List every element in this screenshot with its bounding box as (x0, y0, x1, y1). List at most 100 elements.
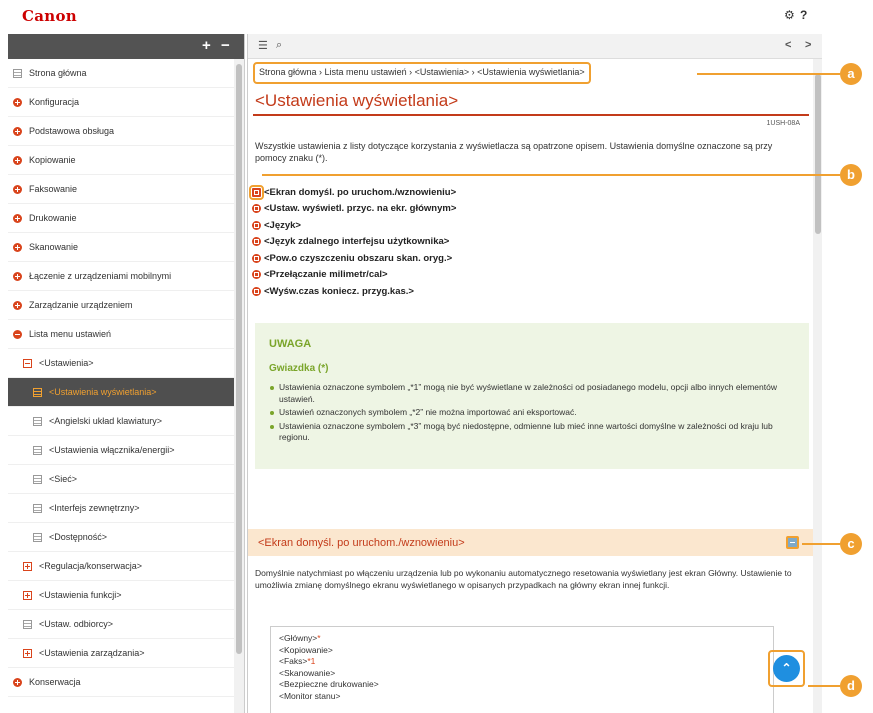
sidebar-item[interactable]: Podstawowa obsługa (8, 117, 234, 146)
jump-icon[interactable] (252, 220, 261, 230)
circle-plus-icon (13, 242, 22, 252)
jump-icon[interactable] (249, 184, 264, 200)
sidebar-item-label: Skanowanie (29, 242, 79, 252)
option-label: <Monitor stanu> (279, 690, 341, 701)
sidebar-item-label: <Ustawienia włącznika/energii> (49, 445, 175, 455)
sidebar-item-label: Zarządzanie urządzeniem (29, 300, 133, 310)
intro-text: Wszystkie ustawienia z listy dotyczące k… (255, 141, 773, 163)
content-toolbar: ☰ ⌕ < > (248, 34, 822, 59)
sidebar-scroll-thumb[interactable] (236, 64, 242, 654)
note-list: Ustawienia oznaczone symbolem „*1” mogą … (269, 382, 789, 446)
sidebar-item[interactable]: <Ustawienia zarządzania> (8, 639, 234, 668)
note-item: Ustawień oznaczonych symbolem „*2” nie m… (269, 407, 789, 419)
sidebar-item-label: <Dostępność> (49, 532, 108, 542)
jump-icon[interactable] (252, 270, 261, 280)
help-icon[interactable]: ? (800, 8, 807, 22)
settings-link[interactable]: <Przełączanie milimetr/cal> (252, 267, 456, 284)
sidebar-item[interactable]: Skanowanie (8, 233, 234, 262)
box-plus-icon (23, 590, 32, 600)
sidebar-item-label: Kopiowanie (29, 155, 76, 165)
circle-plus-icon (13, 155, 22, 165)
settings-link-label[interactable]: <Wyśw.czas koniecz. przyg.kas.> (264, 286, 414, 297)
sidebar-header: + − (8, 34, 244, 59)
doc-icon (23, 619, 32, 629)
option-line: <Faks>*1 (279, 656, 765, 668)
settings-link-label[interactable]: <Język zdalnego interfejsu użytkownika> (264, 236, 449, 247)
prev-page-button[interactable]: < (785, 39, 791, 51)
expand-all-button[interactable]: + (202, 37, 211, 54)
settings-link-label[interactable]: <Język> (264, 220, 301, 231)
settings-link-label[interactable]: <Ekran domyśl. po uruchom./wznowieniu> (264, 187, 456, 198)
sidebar-item-label: <Ustawienia wyświetlania> (49, 387, 157, 397)
sidebar-item[interactable]: Zarządzanie urządzeniem (8, 291, 234, 320)
gear-icon[interactable]: ⚙ (784, 8, 795, 22)
sidebar-item[interactable]: <Ustawienia włącznika/energii> (8, 436, 234, 465)
sidebar-item[interactable]: Konfiguracja (8, 88, 234, 117)
option-label: <Kopiowanie> (279, 644, 333, 655)
callout-d: d (840, 675, 862, 697)
circle-plus-icon (13, 126, 22, 136)
settings-link-list: <Ekran domyśl. po uruchom./wznowieniu> <U… (249, 184, 456, 300)
list-icon[interactable]: ☰ (258, 39, 268, 52)
chevron-up-icon[interactable]: ⌃ (773, 655, 800, 682)
box-plus-icon (23, 648, 32, 658)
sidebar-item-label: <Ustawienia zarządzania> (39, 648, 145, 658)
search-icon[interactable]: ⌕ (276, 39, 282, 52)
jump-icon[interactable] (252, 286, 261, 296)
sidebar-item[interactable]: Lista menu ustawień (8, 320, 234, 349)
doc-icon (33, 532, 42, 542)
option-mark: * (317, 633, 321, 643)
doc-icon (33, 416, 42, 426)
sidebar-item-label: <Interfejs zewnętrzny> (49, 503, 140, 513)
callout-line-c (802, 543, 840, 545)
sidebar-item-label: <Regulacja/konserwacja> (39, 561, 143, 571)
collapse-icon[interactable] (786, 536, 799, 549)
page-title: <Ustawienia wyświetlania> (255, 91, 459, 110)
sidebar-item[interactable]: <Regulacja/konserwacja> (8, 552, 234, 581)
document-id: 1USH-08A (766, 120, 800, 127)
collapse-all-button[interactable]: − (221, 37, 230, 54)
settings-link[interactable]: <Wyśw.czas koniecz. przyg.kas.> (252, 283, 456, 300)
sidebar-item[interactable]: Strona główna (8, 59, 234, 88)
sidebar-item[interactable]: <Interfejs zewnętrzny> (8, 494, 234, 523)
option-line: <Skanowanie> (279, 668, 765, 680)
sidebar-item-label: <Sieć> (49, 474, 78, 484)
settings-link-label[interactable]: <Pow.o czyszczeniu obszaru skan. oryg.> (264, 253, 452, 264)
note-box: UWAGA Gwiazdka (*) Ustawienia oznaczone … (255, 323, 809, 469)
sidebar-item[interactable]: <Sieć> (8, 465, 234, 494)
settings-link[interactable]: <Ekran domyśl. po uruchom./wznowieniu> (249, 184, 456, 201)
circle-plus-icon (13, 184, 22, 194)
sidebar-item[interactable]: <Ustawienia funkcji> (8, 581, 234, 610)
doc-icon (33, 474, 42, 484)
settings-link[interactable]: <Ustaw. wyświetl. przyc. na ekr. głównym… (252, 201, 456, 218)
jump-icon[interactable] (252, 204, 261, 214)
sidebar-item[interactable]: <Dostępność> (8, 523, 234, 552)
sidebar-item[interactable]: <Ustaw. odbiorcy> (8, 610, 234, 639)
jump-icon[interactable] (252, 253, 261, 263)
sidebar-item[interactable]: Drukowanie (8, 204, 234, 233)
sidebar-item[interactable]: Kopiowanie (8, 146, 234, 175)
note-item: Ustawienia oznaczone symbolem „*3” mogą … (269, 421, 789, 444)
sidebar-item-label: Faksowanie (29, 184, 78, 194)
sidebar-item[interactable]: Konserwacja (8, 668, 234, 697)
next-page-button[interactable]: > (805, 39, 811, 51)
settings-link-label[interactable]: <Ustaw. wyświetl. przyc. na ekr. głównym… (264, 203, 456, 214)
sidebar-item[interactable]: Faksowanie (8, 175, 234, 204)
section-header[interactable]: <Ekran domyśl. po uruchom./wznowieniu> (248, 529, 813, 556)
settings-link[interactable]: <Język> (252, 217, 456, 234)
settings-link-label[interactable]: <Przełączanie milimetr/cal> (264, 269, 388, 280)
sidebar-item[interactable]: <Ustawienia wyświetlania> (8, 378, 234, 407)
sidebar-item[interactable]: <Angielski układ klawiatury> (8, 407, 234, 436)
settings-link[interactable]: <Pow.o czyszczeniu obszaru skan. oryg.> (252, 250, 456, 267)
jump-icon[interactable] (252, 237, 261, 247)
callout-a: a (840, 63, 862, 85)
sidebar-item[interactable]: <Ustawienia> (8, 349, 234, 378)
breadcrumb[interactable]: Strona główna › Lista menu ustawień › <U… (253, 62, 591, 84)
section-text: Domyślnie natychmiast po włączeniu urząd… (255, 568, 792, 590)
sidebar-item[interactable]: Łączenie z urządzeniami mobilnymi (8, 262, 234, 291)
doc-icon (33, 445, 42, 455)
sidebar-item-label: Drukowanie (29, 213, 77, 223)
content-scroll-thumb[interactable] (815, 74, 821, 234)
settings-link[interactable]: <Język zdalnego interfejsu użytkownika> (252, 234, 456, 251)
doc-icon (33, 503, 42, 513)
